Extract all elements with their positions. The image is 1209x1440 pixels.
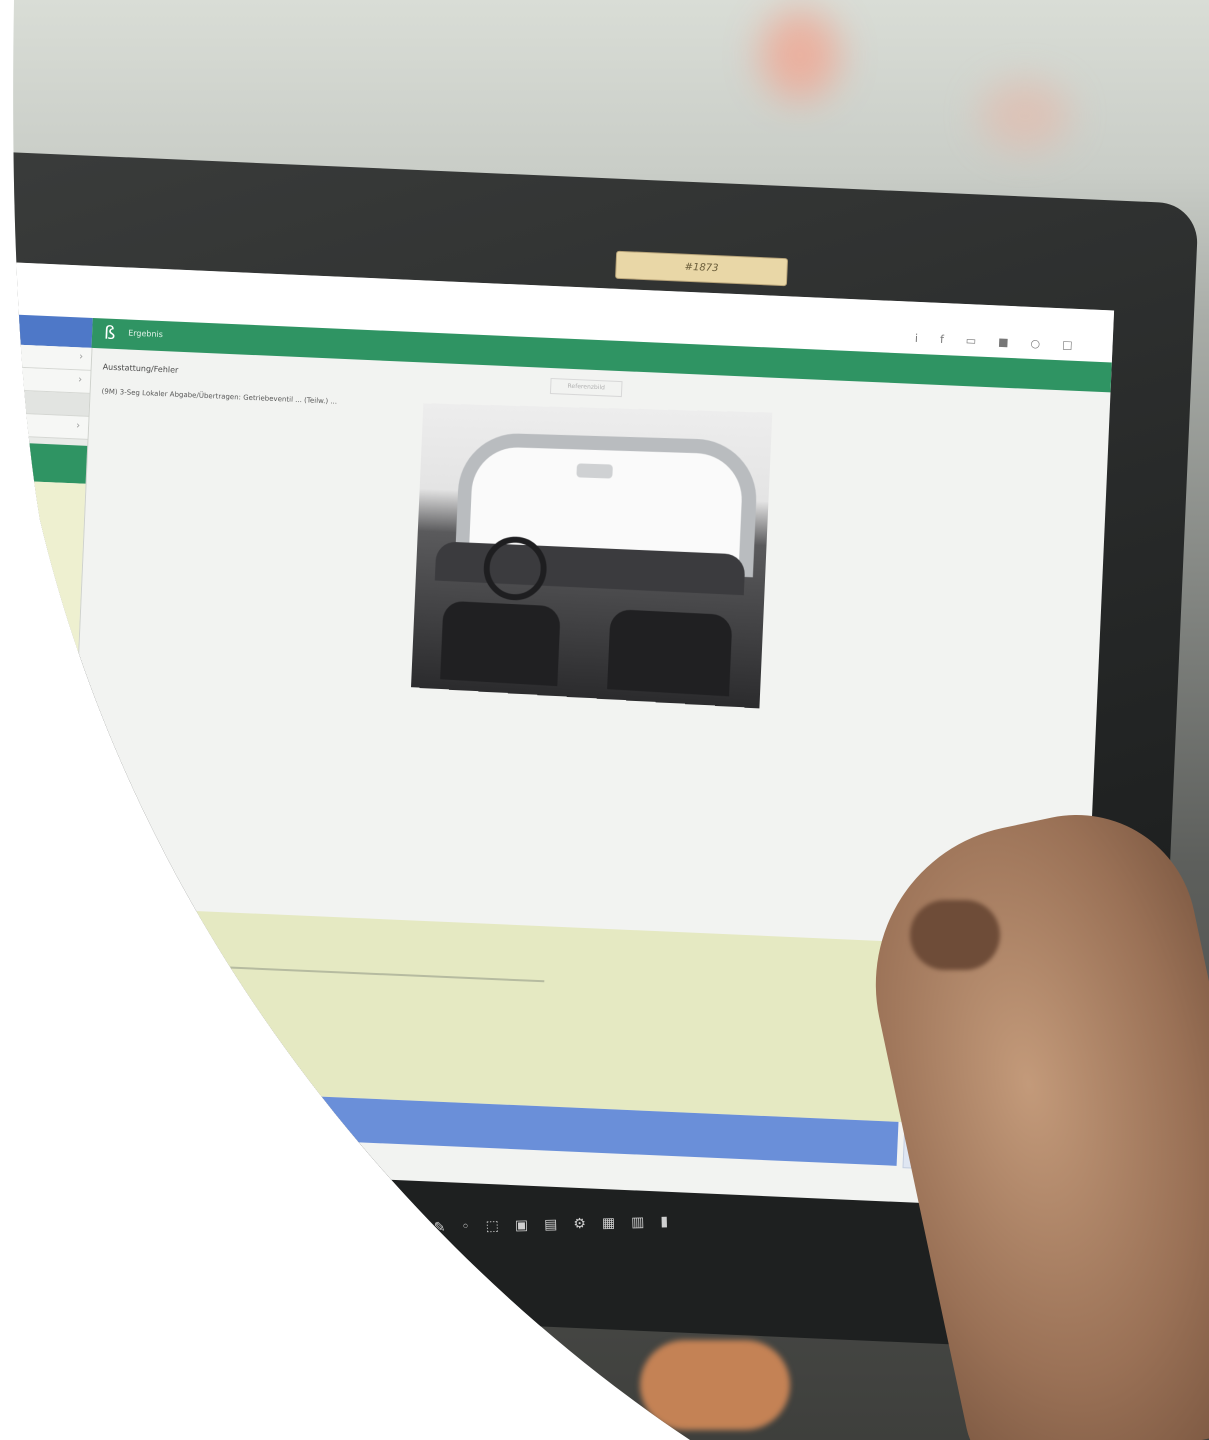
panel-icon[interactable]: ▥ [631, 1214, 645, 1230]
grid-icon[interactable]: ▦ [602, 1215, 616, 1231]
content-title: Ausstattung/Fehler [102, 362, 178, 374]
side-row[interactable]: › [0, 412, 88, 439]
thumb [910, 900, 1000, 970]
light-blob [980, 80, 1070, 150]
circle-icon[interactable]: ○ [1030, 337, 1040, 350]
settings-icon[interactable]: ⚙ [573, 1216, 586, 1232]
box-icon[interactable]: ▣ [515, 1217, 529, 1233]
chevron-icon: › [78, 374, 82, 385]
list-icon[interactable]: ▤ [544, 1217, 558, 1233]
chevron-icon: › [76, 420, 80, 431]
taskbar: ✎ ◦ ⬚ ▣ ▤ ⚙ ▦ ▥ ▮ [434, 1214, 669, 1236]
header-icons: i f ▭ ■ ○ □ [915, 332, 1073, 352]
seat-right [607, 609, 732, 696]
side-lime-block [0, 479, 86, 743]
frame-icon[interactable]: ⬚ [485, 1218, 499, 1234]
side-row[interactable]: › [0, 344, 91, 371]
text-line [85, 960, 545, 982]
function-icon[interactable]: f [940, 333, 944, 346]
reference-label: Referenzbild [550, 378, 623, 397]
text-line [84, 986, 174, 992]
battery-icon: ▮ [660, 1214, 668, 1230]
side-panel: › › › [0, 344, 92, 988]
side-row[interactable] [0, 390, 89, 417]
pen-icon[interactable]: ✎ [434, 1220, 446, 1236]
info-icon[interactable]: i [915, 332, 919, 345]
green-bar-label: Ergebnis [128, 329, 163, 340]
seat-left [440, 601, 561, 687]
chevron-icon: › [79, 351, 83, 362]
light-blob [760, 10, 840, 100]
side-green-block [0, 441, 87, 483]
content-text: (9M) 3-Seg Lokaler Abgabe/Übertragen: Ge… [101, 386, 421, 410]
rearview-mirror [576, 463, 613, 478]
left-nav-header [0, 314, 93, 348]
camera-label: #1873 [615, 251, 788, 286]
dot-icon[interactable]: ◦ [461, 1219, 470, 1235]
photo: #1873 ... i f ▭ ■ ○ □ ß Ergebnis › › › A… [0, 0, 1209, 1440]
text-line [83, 1010, 153, 1015]
maximize-icon[interactable]: □ [1062, 338, 1073, 351]
window-icon[interactable]: ▭ [966, 334, 977, 347]
logo-icon: ß [104, 322, 116, 343]
car-interior-image [411, 403, 773, 708]
app-title: ... [3, 298, 11, 307]
square-icon[interactable]: ■ [998, 335, 1009, 348]
side-row[interactable]: › [0, 367, 90, 394]
finger [640, 1340, 790, 1430]
